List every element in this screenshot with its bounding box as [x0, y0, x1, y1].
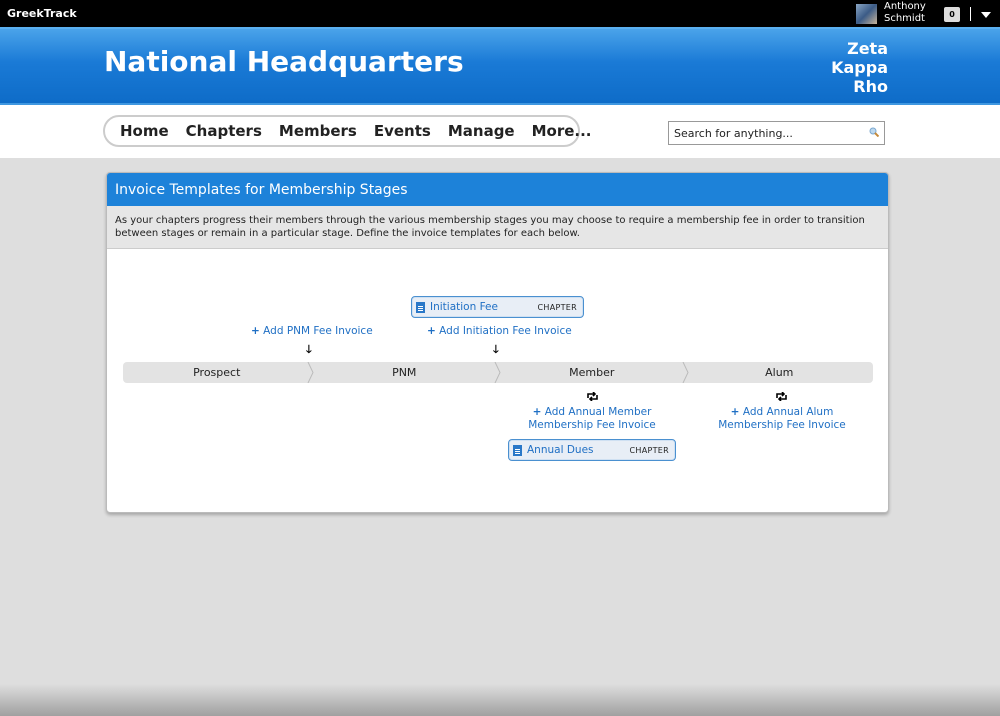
org-line: Zeta	[847, 39, 888, 58]
nav-chapters[interactable]: Chapters	[186, 122, 262, 140]
organization-name: Zeta Kappa Rho	[808, 39, 888, 96]
template-annual-dues[interactable]: Annual Dues CHAPTER	[508, 439, 676, 461]
nav-more[interactable]: More...	[532, 122, 592, 140]
user-name[interactable]: Anthony Schmidt	[884, 1, 926, 25]
stage-label: Member	[569, 366, 615, 379]
user-avatar[interactable]	[856, 4, 877, 24]
link-label: Add Annual Alum	[742, 406, 834, 418]
panel-title: Invoice Templates for Membership Stages	[107, 173, 888, 206]
template-scope: CHAPTER	[537, 302, 577, 312]
top-bar: GreekTrack Anthony Schmidt 0	[0, 0, 1000, 27]
nav-area: Home Chapters Members Events Manage More…	[0, 103, 1000, 158]
nav-manage[interactable]: Manage	[448, 122, 515, 140]
template-name: Initiation Fee	[430, 301, 498, 313]
link-label: Membership Fee Invoice	[718, 419, 846, 431]
add-pnm-fee-invoice-link[interactable]: + Add PNM Fee Invoice	[251, 325, 373, 337]
stage-pnm: PNM	[311, 362, 501, 383]
org-line: Rho	[853, 77, 888, 96]
link-label: Add Annual Member	[544, 406, 652, 418]
arrow-down-icon: 🡓	[493, 343, 499, 356]
template-name: Annual Dues	[527, 444, 594, 456]
stage-label: Alum	[765, 366, 794, 379]
repeat-icon	[587, 392, 598, 401]
nav-members[interactable]: Members	[279, 122, 357, 140]
nav-home[interactable]: Home	[120, 122, 169, 140]
search-icon[interactable]	[869, 127, 879, 137]
notification-badge[interactable]: 0	[944, 7, 960, 22]
plus-icon: +	[427, 325, 436, 337]
brand-logo[interactable]: GreekTrack	[7, 7, 77, 20]
user-last-name: Schmidt	[884, 13, 925, 24]
plus-icon: +	[532, 406, 542, 418]
org-line: Kappa	[831, 58, 888, 77]
template-scope: CHAPTER	[629, 445, 669, 455]
link-label: Add Initiation Fee Invoice	[439, 325, 572, 337]
stage-bar: Prospect PNM Member Alum	[123, 362, 873, 383]
arrow-down-icon: 🡓	[306, 343, 312, 356]
stage-alum: Alum	[686, 362, 874, 383]
stage-member: Member	[498, 362, 689, 383]
plus-icon: +	[251, 325, 260, 337]
site-header: National Headquarters Zeta Kappa Rho	[0, 27, 1000, 103]
plus-icon: +	[730, 406, 740, 418]
stage-label: PNM	[392, 366, 417, 379]
panel-description: As your chapters progress their members …	[107, 206, 888, 249]
document-icon	[513, 444, 522, 456]
add-annual-alum-fee-invoice-link[interactable]: + Add Annual Alum Membership Fee Invoice	[701, 406, 863, 432]
caret-down-icon[interactable]	[981, 12, 991, 18]
stage-label: Prospect	[193, 366, 241, 379]
repeat-icon	[776, 392, 787, 401]
link-label: Membership Fee Invoice	[528, 419, 656, 431]
template-initiation-fee[interactable]: Initiation Fee CHAPTER	[411, 296, 584, 318]
add-annual-member-fee-invoice-link[interactable]: + Add Annual Member Membership Fee Invoi…	[511, 406, 673, 432]
invoice-templates-panel: Invoice Templates for Membership Stages …	[106, 172, 889, 513]
page-title: National Headquarters	[104, 45, 464, 78]
add-initiation-fee-invoice-link[interactable]: + Add Initiation Fee Invoice	[427, 325, 572, 337]
user-first-name: Anthony	[884, 1, 926, 12]
divider	[970, 7, 971, 21]
search-input[interactable]	[669, 122, 859, 145]
main-nav: Home Chapters Members Events Manage More…	[103, 115, 592, 147]
search-box	[668, 121, 885, 145]
document-icon	[416, 301, 425, 313]
link-label: Add PNM Fee Invoice	[263, 325, 373, 337]
nav-events[interactable]: Events	[374, 122, 431, 140]
stage-prospect: Prospect	[123, 362, 314, 383]
